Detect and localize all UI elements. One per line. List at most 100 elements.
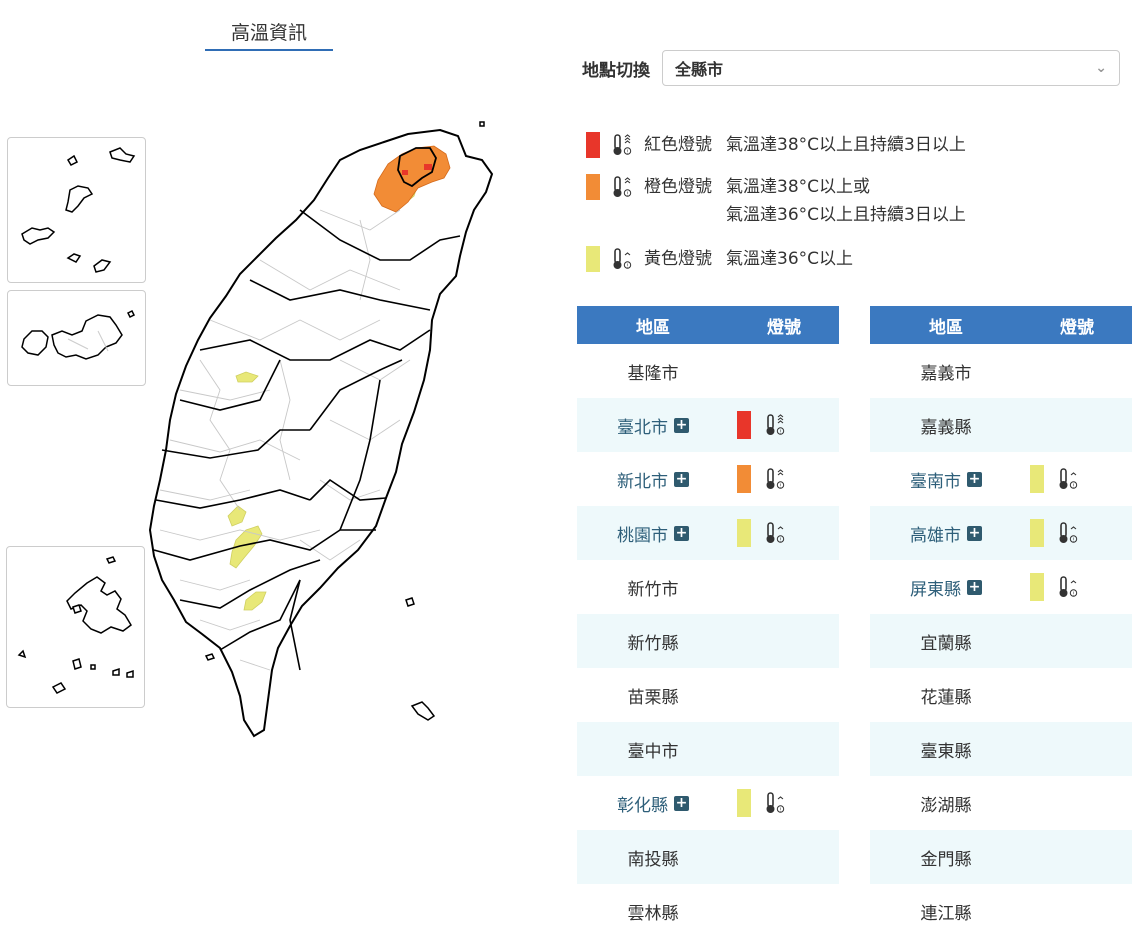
table-row: 宜蘭縣 <box>870 614 1132 668</box>
expand-plus-icon[interactable]: + <box>674 795 689 811</box>
signal-cell: ! <box>729 465 839 493</box>
svg-text:!: ! <box>779 538 781 544</box>
region-name-cell[interactable]: 高雄市 + <box>870 521 1022 546</box>
signal-cell: ! <box>729 789 839 817</box>
table-row[interactable]: 高雄市 + ! <box>870 506 1132 560</box>
taiwan-map[interactable] <box>0 60 560 760</box>
svg-text:!: ! <box>779 808 781 814</box>
inset-penghu[interactable] <box>6 546 145 708</box>
region-name: 新竹市 <box>627 579 679 600</box>
region-name-cell[interactable]: 彰化縣 + <box>577 791 729 816</box>
region-name-cell: 連江縣 <box>870 899 1022 924</box>
region-name[interactable]: 桃園市 <box>617 521 668 546</box>
legend-red-swatch <box>586 132 600 158</box>
region-name-cell: 基隆市 <box>577 359 729 384</box>
region-name-cell: 金門縣 <box>870 845 1022 870</box>
table-row: 嘉義縣 <box>870 398 1132 452</box>
legend-yellow-swatch <box>586 246 600 272</box>
region-table-left: 地區 燈號 基隆市 臺北市 + ! 新北市 + ! 桃園市 + ! 新竹市 新竹縣 苗栗縣臺… <box>577 306 839 938</box>
legend-red-desc: 氣溫達38°C以上且持續3日以上 <box>726 132 966 158</box>
region-name: 新竹縣 <box>627 633 679 654</box>
col-signal-header: 燈號 <box>1060 317 1094 338</box>
inset-matsu[interactable] <box>7 137 146 283</box>
region-name-cell: 澎湖縣 <box>870 791 1022 816</box>
thermometer-triple-arrow-icon: ! <box>613 134 632 156</box>
expand-plus-icon[interactable]: + <box>967 525 982 541</box>
table-row[interactable]: 桃園市 + ! <box>577 506 839 560</box>
table-row[interactable]: 臺南市 + ! <box>870 452 1132 506</box>
expand-plus-icon[interactable]: + <box>967 471 982 487</box>
thermometer-double-arrow-icon: ! <box>766 468 785 490</box>
svg-text:!: ! <box>1072 538 1074 544</box>
table-row: 新竹市 <box>577 560 839 614</box>
signal-cell: ! <box>729 411 839 439</box>
thermometer-single-arrow-icon: ! <box>613 248 632 270</box>
region-name-cell[interactable]: 臺北市 + <box>577 413 729 438</box>
col-signal-header: 燈號 <box>767 317 801 338</box>
svg-text:!: ! <box>626 192 628 198</box>
yellow-signal-bar <box>737 789 751 817</box>
thermometer-triple-arrow-icon: ! <box>766 414 785 436</box>
region-table-right: 地區 燈號 嘉義市 嘉義縣 臺南市 + ! 高雄市 + ! 屏東縣 + ! 宜蘭縣 花蓮縣臺… <box>870 306 1132 938</box>
region-name-cell[interactable]: 桃園市 + <box>577 521 729 546</box>
svg-text:!: ! <box>626 264 628 270</box>
location-selected-value: 全縣市 <box>675 60 724 79</box>
table-header: 地區 燈號 <box>870 306 1132 344</box>
taiwan-main-island <box>148 121 494 738</box>
region-name: 花蓮縣 <box>920 687 972 708</box>
region-name-cell[interactable]: 新北市 + <box>577 467 729 492</box>
expand-plus-icon[interactable]: + <box>674 471 689 487</box>
expand-plus-icon[interactable]: + <box>967 579 982 595</box>
thermometer-single-arrow-icon: ! <box>1059 522 1078 544</box>
red-signal-bar <box>737 411 751 439</box>
legend-yellow-name: 黃色燈號 <box>644 249 712 269</box>
region-name[interactable]: 臺南市 <box>910 467 961 492</box>
region-name-cell[interactable]: 屏東縣 + <box>870 575 1022 600</box>
region-name: 臺中市 <box>627 741 679 762</box>
region-name-cell: 新竹縣 <box>577 629 729 654</box>
table-row: 花蓮縣 <box>870 668 1132 722</box>
page-title[interactable]: 高溫資訊 <box>205 18 333 51</box>
table-row: 苗栗縣 <box>577 668 839 722</box>
region-name: 基隆市 <box>627 363 679 384</box>
region-name[interactable]: 新北市 <box>617 467 668 492</box>
location-select[interactable]: 全縣市 ⌄ <box>662 50 1120 86</box>
region-name-cell: 嘉義縣 <box>870 413 1022 438</box>
region-name: 苗栗縣 <box>627 687 679 708</box>
signal-cell: ! <box>1022 519 1132 547</box>
table-row[interactable]: 屏東縣 + ! <box>870 560 1132 614</box>
svg-text:!: ! <box>1072 592 1074 598</box>
expand-plus-icon[interactable]: + <box>674 525 689 541</box>
svg-text:!: ! <box>779 430 781 436</box>
legend-orange-desc: 氣溫達38°C以上或 氣溫達36°C以上且持續3日以上 <box>726 174 966 230</box>
table-row[interactable]: 彰化縣 + ! <box>577 776 839 830</box>
region-name: 嘉義縣 <box>920 417 972 438</box>
region-name: 連江縣 <box>920 903 972 924</box>
region-name-cell: 苗栗縣 <box>577 683 729 708</box>
table-row: 金門縣 <box>870 830 1132 884</box>
region-name[interactable]: 高雄市 <box>910 521 961 546</box>
region-name: 嘉義市 <box>920 363 972 384</box>
penghu-shape <box>17 556 134 694</box>
expand-plus-icon[interactable]: + <box>674 417 689 433</box>
yellow-signal-bar <box>1030 519 1044 547</box>
table-row[interactable]: 臺北市 + ! <box>577 398 839 452</box>
table-row[interactable]: 新北市 + ! <box>577 452 839 506</box>
region-name[interactable]: 彰化縣 <box>617 791 668 816</box>
region-name-cell: 雲林縣 <box>577 899 729 924</box>
region-name[interactable]: 屏東縣 <box>910 575 961 600</box>
svg-text:!: ! <box>626 150 628 156</box>
legend-red-desc-line1: 氣溫達38°C以上且持續3日以上 <box>726 135 966 155</box>
region-name-cell[interactable]: 臺南市 + <box>870 467 1022 492</box>
yellow-signal-bar <box>1030 465 1044 493</box>
legend-yellow-desc-line1: 氣溫達36°C以上 <box>726 249 854 269</box>
region-name: 澎湖縣 <box>920 795 972 816</box>
region-name-cell: 臺中市 <box>577 737 729 762</box>
inset-kinmen[interactable] <box>7 290 146 386</box>
thermometer-single-arrow-icon: ! <box>766 522 785 544</box>
legend-orange-name: 橙色燈號 <box>644 177 712 197</box>
legend-row-yellow: ! 黃色燈號 氣溫達36°C以上 <box>586 246 966 272</box>
region-name-cell: 臺東縣 <box>870 737 1022 762</box>
legend-red-name: 紅色燈號 <box>644 135 712 155</box>
region-name[interactable]: 臺北市 <box>617 413 668 438</box>
